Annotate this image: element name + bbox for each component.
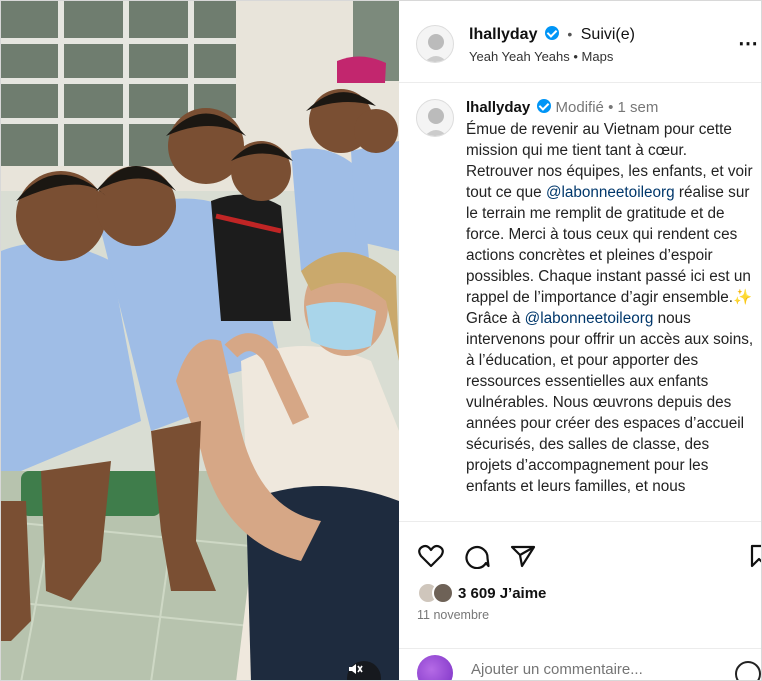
- verified-badge-icon: [537, 99, 552, 113]
- caption-text: Émue de revenir au Vietnam pour cette mi…: [466, 119, 758, 497]
- caption-area: lhallyday Modifié • 1 sem Émue de reveni…: [399, 85, 761, 521]
- post-date[interactable]: 11 novembre: [417, 608, 489, 622]
- edited-label: Modifié: [555, 99, 604, 116]
- caption-header: lhallyday Modifié • 1 sem: [466, 99, 658, 116]
- more-icon[interactable]: ⋯: [738, 31, 759, 56]
- audio-label[interactable]: Yeah Yeah Yeahs • Maps: [469, 49, 613, 64]
- post-header: lhallyday • Suivi(e) Yeah Yeah Yeahs • M…: [399, 1, 761, 83]
- share-icon[interactable]: [509, 542, 537, 570]
- current-user-avatar: [417, 655, 453, 680]
- post-photo[interactable]: [1, 1, 399, 680]
- caption-text-part: nous intervenons pour offrir un accès au…: [466, 310, 758, 495]
- verified-badge-icon: [544, 26, 559, 40]
- header-line: lhallyday • Suivi(e): [469, 26, 635, 44]
- post-dialog: lhallyday • Suivi(e) Yeah Yeah Yeahs • M…: [0, 0, 762, 681]
- likes-count[interactable]: 3 609 J’aime: [458, 585, 546, 602]
- emoji-icon[interactable]: [735, 661, 761, 680]
- caption-avatar[interactable]: [416, 99, 454, 137]
- comment-icon[interactable]: [463, 542, 491, 570]
- caption-username[interactable]: lhallyday: [466, 99, 530, 116]
- author-avatar[interactable]: [416, 25, 454, 63]
- bookmark-icon[interactable]: [745, 542, 761, 570]
- comment-input[interactable]: [471, 661, 701, 678]
- mention-link[interactable]: @labonneetoileorg: [546, 184, 675, 201]
- author-username[interactable]: lhallyday: [469, 26, 537, 43]
- heart-icon[interactable]: [417, 542, 445, 570]
- likes-row[interactable]: 3 609 J’aime: [417, 580, 546, 606]
- mention-link[interactable]: @labonneetoileorg: [525, 310, 654, 327]
- liker-avatar: [432, 582, 454, 604]
- post-sidebar: lhallyday • Suivi(e) Yeah Yeah Yeahs • M…: [399, 1, 761, 680]
- caption-age[interactable]: 1 sem: [618, 99, 659, 116]
- separator-dot: •: [608, 99, 618, 116]
- caption-text-part: réalise sur le terrain me remplit de gra…: [466, 184, 756, 306]
- action-icons: [417, 542, 537, 570]
- comment-bar: [399, 648, 761, 680]
- follow-button[interactable]: Suivi(e): [581, 26, 635, 43]
- sparkles-emoji: ✨: [733, 289, 753, 306]
- photo-illustration: [1, 1, 399, 680]
- separator-dot: •: [567, 26, 573, 42]
- post-actions: 3 609 J’aime 11 novembre: [399, 521, 761, 680]
